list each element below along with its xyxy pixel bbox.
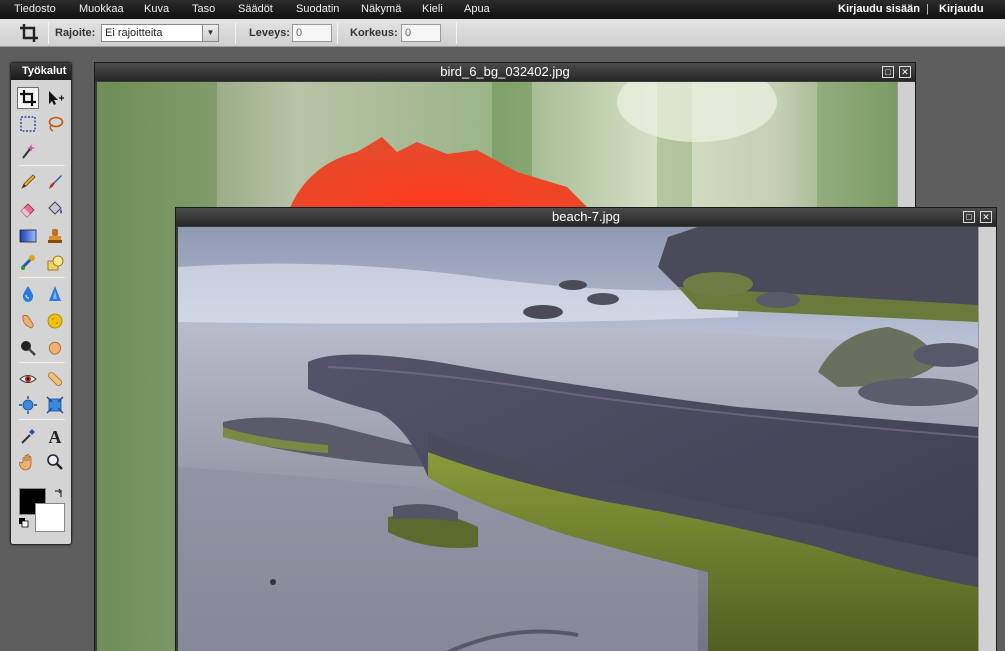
sponge-tool-icon[interactable] xyxy=(44,310,66,332)
beach-document-window: beach-7.jpg □ ✕ xyxy=(175,207,997,651)
height-label: Korkeus: xyxy=(350,27,398,39)
paint-bucket-tool-icon[interactable] xyxy=(44,198,66,220)
width-label: Leveys: xyxy=(249,27,290,39)
sharpen-tool-icon[interactable] xyxy=(44,283,66,305)
toolbar-divider xyxy=(337,22,338,44)
color-replace-tool-icon[interactable] xyxy=(17,252,39,274)
menu-view[interactable]: Näkymä xyxy=(361,3,401,15)
signup-link[interactable]: Kirjaudu xyxy=(939,3,984,15)
bird-window-titlebar[interactable]: bird_6_bg_032402.jpg xyxy=(95,63,915,81)
beach-window-titlebar[interactable]: beach-7.jpg xyxy=(176,208,996,226)
shape-tool-icon[interactable] xyxy=(44,252,66,274)
pinch-tool-icon[interactable] xyxy=(44,394,66,416)
default-colors-icon[interactable] xyxy=(19,518,29,528)
marquee-tool-icon[interactable] xyxy=(17,113,39,135)
width-input[interactable]: 0 xyxy=(292,24,332,42)
burn-tool-icon[interactable] xyxy=(44,337,66,359)
lasso-tool-icon[interactable] xyxy=(44,113,66,135)
magic-wand-tool-icon[interactable] xyxy=(17,140,39,162)
menu-adjustments[interactable]: Säädöt xyxy=(238,3,273,15)
color-picker-tool-icon[interactable] xyxy=(17,425,39,447)
menu-layer[interactable]: Taso xyxy=(192,3,215,15)
hand-tool-icon[interactable] xyxy=(17,451,39,473)
menu-help[interactable]: Apua xyxy=(464,3,490,15)
menu-filter[interactable]: Suodatin xyxy=(296,3,339,15)
bloat-tool-icon[interactable] xyxy=(17,394,39,416)
zoom-tool-icon[interactable] xyxy=(44,451,66,473)
spot-heal-tool-icon[interactable] xyxy=(44,368,66,390)
tools-panel-title[interactable]: Työkalut xyxy=(11,63,71,80)
blur-tool-icon[interactable] xyxy=(17,283,39,305)
beach-vertical-scrollbar[interactable] xyxy=(978,227,996,651)
red-eye-tool-icon[interactable] xyxy=(17,368,39,390)
type-tool-icon[interactable]: A xyxy=(44,425,66,447)
brush-tool-icon[interactable] xyxy=(44,171,66,193)
constraint-value: Ei rajoitteita xyxy=(105,27,163,39)
dodge-tool-icon[interactable] xyxy=(17,337,39,359)
maximize-icon[interactable]: □ xyxy=(882,66,894,78)
smudge-tool-icon[interactable] xyxy=(17,310,39,332)
tools-divider xyxy=(19,165,65,166)
beach-window-title: beach-7.jpg xyxy=(552,209,620,224)
tools-divider xyxy=(19,362,65,363)
eraser-tool-icon[interactable] xyxy=(17,198,39,220)
constraint-select[interactable]: Ei rajoitteita ▼ xyxy=(101,24,219,42)
crop-tool-icon[interactable] xyxy=(17,87,39,109)
constraint-label: Rajoite: xyxy=(55,27,96,39)
menu-language[interactable]: Kieli xyxy=(422,3,443,15)
height-input[interactable]: 0 xyxy=(401,24,441,42)
close-icon[interactable]: ✕ xyxy=(899,66,911,78)
maximize-icon[interactable]: □ xyxy=(963,211,975,223)
menu-edit[interactable]: Muokkaa xyxy=(79,3,124,15)
pencil-tool-icon[interactable] xyxy=(17,171,39,193)
chevron-down-icon[interactable]: ▼ xyxy=(202,25,218,41)
clone-stamp-tool-icon[interactable] xyxy=(44,225,66,247)
crop-icon[interactable] xyxy=(17,22,41,44)
gradient-tool-icon[interactable] xyxy=(17,225,39,247)
bird-window-title: bird_6_bg_032402.jpg xyxy=(440,64,570,79)
menu-bar: Tiedosto Muokkaa Kuva Taso Säädöt Suodat… xyxy=(0,0,1005,19)
tools-panel: Työkalut A xyxy=(10,62,72,545)
auth-separator: | xyxy=(926,3,929,15)
svg-text:A: A xyxy=(49,427,62,445)
toolbar-divider xyxy=(48,22,49,44)
menu-file[interactable]: Tiedosto xyxy=(14,3,56,15)
signin-link[interactable]: Kirjaudu sisään xyxy=(838,3,920,15)
move-tool-icon[interactable] xyxy=(44,87,66,109)
toolbar-divider xyxy=(235,22,236,44)
tools-divider xyxy=(19,419,65,420)
tools-divider xyxy=(19,277,65,278)
close-icon[interactable]: ✕ xyxy=(980,211,992,223)
toolbar-divider xyxy=(456,22,457,44)
background-color-swatch[interactable] xyxy=(35,503,65,532)
swap-colors-icon[interactable] xyxy=(53,488,65,500)
menu-image[interactable]: Kuva xyxy=(144,3,169,15)
beach-canvas[interactable] xyxy=(178,227,978,651)
options-toolbar: Rajoite: Ei rajoitteita ▼ Leveys: 0 Kork… xyxy=(0,19,1005,47)
